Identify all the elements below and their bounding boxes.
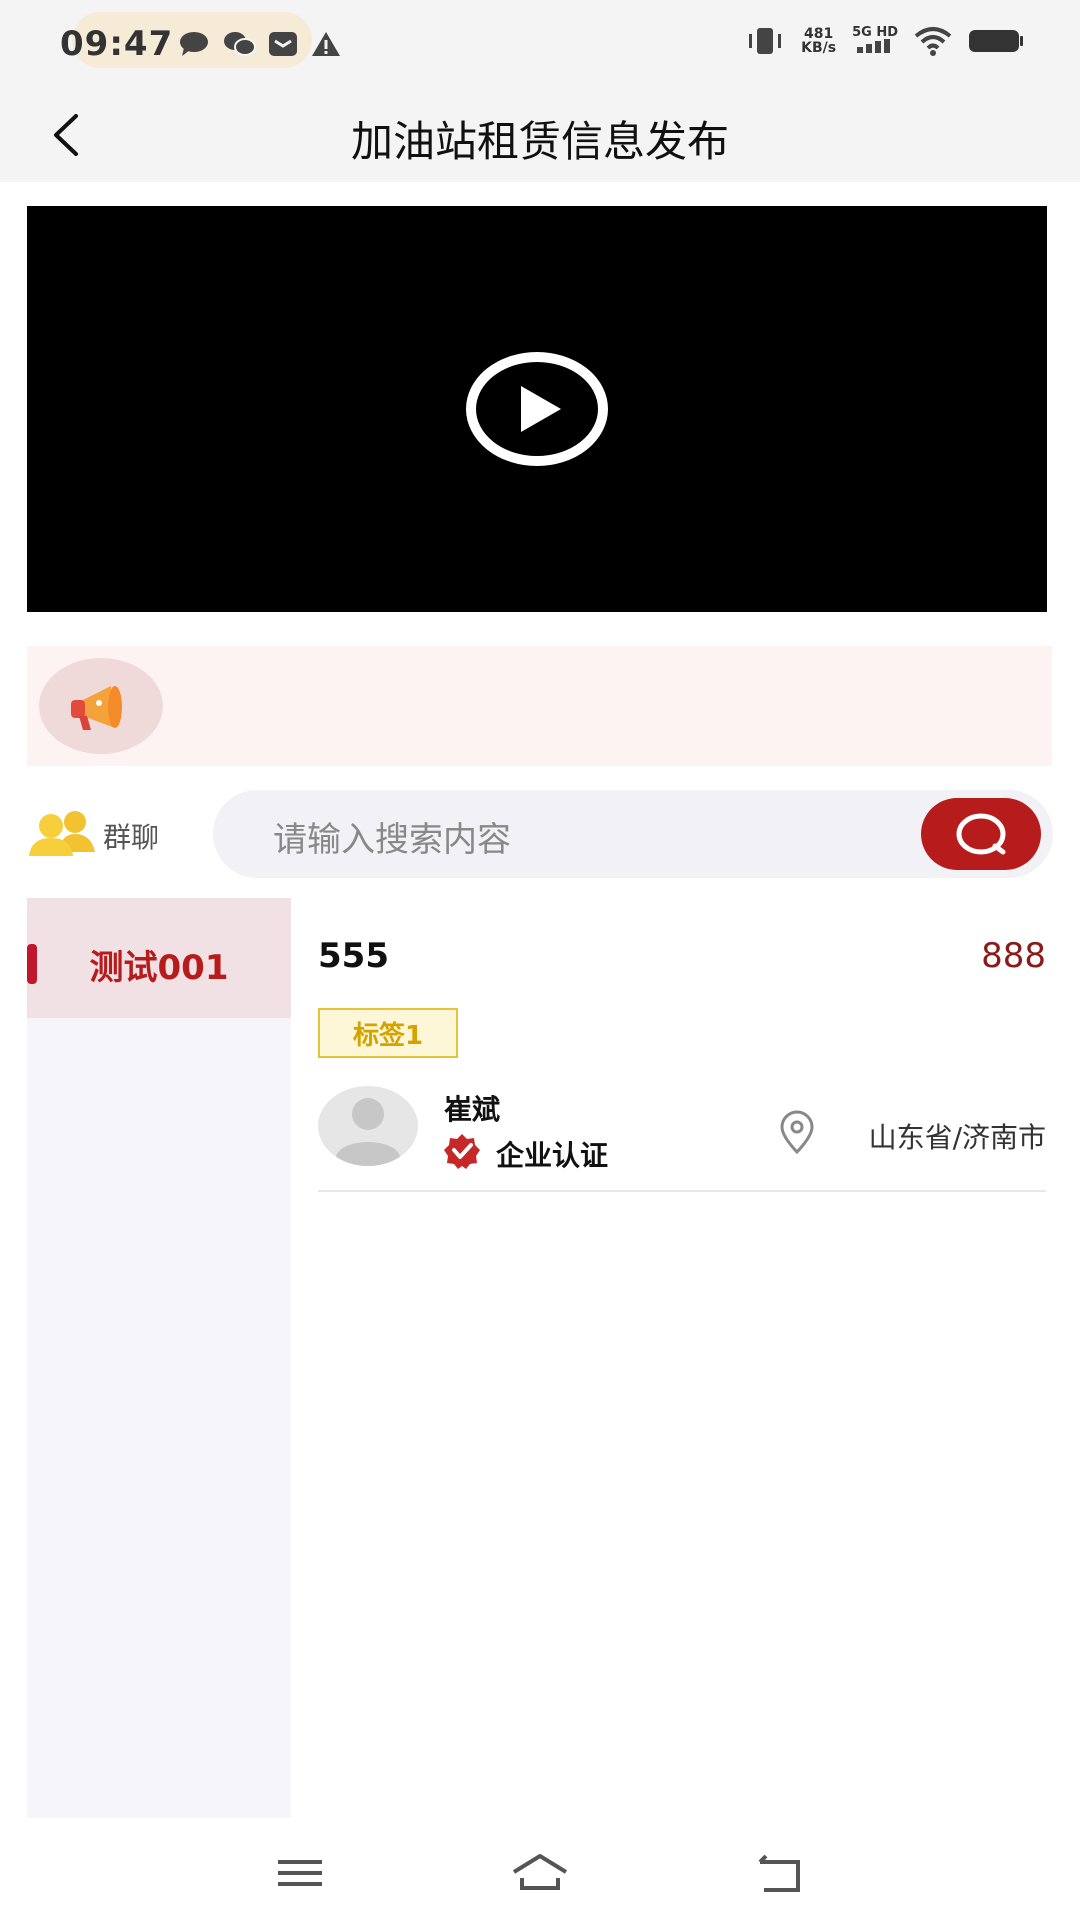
- speed-unit: KB/s: [801, 40, 837, 56]
- system-icons: 481 KB/s 5G HD: [745, 26, 1024, 56]
- verification-label: 企业认证: [496, 1139, 609, 1172]
- category-sidebar: 测试001: [27, 898, 291, 1818]
- search-row: 群聊 请输入搜索内容: [27, 786, 1057, 882]
- listing-title: 555: [318, 936, 389, 976]
- search-icon: [956, 813, 1006, 855]
- top-app-bar: 加油站租赁信息发布: [0, 90, 1080, 182]
- search-placeholder: 请输入搜索内容: [273, 820, 511, 860]
- status-bar: 09:47 481 KB/s 5G HD: [0, 0, 1080, 90]
- vibrate-icon: [749, 28, 782, 54]
- back-nav-icon[interactable]: [750, 1848, 810, 1898]
- megaphone-icon: [71, 686, 122, 730]
- group-chat-label[interactable]: 群聊: [103, 816, 159, 856]
- mail-icon: [269, 32, 297, 56]
- sidebar-item-active[interactable]: 测试001: [27, 898, 291, 1018]
- search-input[interactable]: 请输入搜索内容: [213, 790, 1053, 878]
- system-navigation-bar: [0, 1818, 1080, 1920]
- listing-tag: 标签1: [318, 1008, 458, 1058]
- cellular-indicator: 5G HD: [852, 26, 898, 56]
- user-placeholder-icon: [336, 1098, 400, 1166]
- location-text: 山东省/济南市: [868, 1121, 1046, 1154]
- megaphone-badge: [39, 658, 163, 754]
- speed-value: 481: [803, 26, 834, 42]
- author-name: 崔斌: [444, 1093, 501, 1126]
- group-chat-icon[interactable]: [27, 808, 97, 856]
- menu-icon[interactable]: [270, 1848, 330, 1898]
- play-icon[interactable]: [463, 350, 611, 468]
- wechat-icon: [224, 32, 256, 56]
- network-speed: 481 KB/s: [801, 27, 836, 55]
- listing-price: 888: [981, 936, 1046, 976]
- announcement-bar: [27, 646, 1052, 766]
- location-pin-icon: [780, 1110, 814, 1154]
- chat-bubble-icon: [180, 32, 208, 56]
- warning-icon: [312, 32, 340, 56]
- video-player[interactable]: [27, 206, 1047, 612]
- home-icon[interactable]: [510, 1848, 570, 1898]
- sidebar-item-label: 测试001: [89, 948, 229, 988]
- divider: [318, 1190, 1046, 1192]
- network-label: 5G HD: [852, 25, 898, 40]
- status-time: 09:47: [60, 24, 174, 64]
- verified-badge-icon: [444, 1134, 480, 1169]
- listing-card[interactable]: 555 888 标签1 崔斌 企业认证 山东省/济南市: [318, 920, 1046, 1194]
- search-button[interactable]: [921, 798, 1041, 870]
- signal-icon: [857, 39, 891, 53]
- avatar[interactable]: [318, 1086, 418, 1166]
- notification-icons: [178, 30, 342, 58]
- battery-icon: [969, 30, 1023, 52]
- wifi-icon: [914, 27, 952, 56]
- page-title: 加油站租赁信息发布: [350, 117, 729, 166]
